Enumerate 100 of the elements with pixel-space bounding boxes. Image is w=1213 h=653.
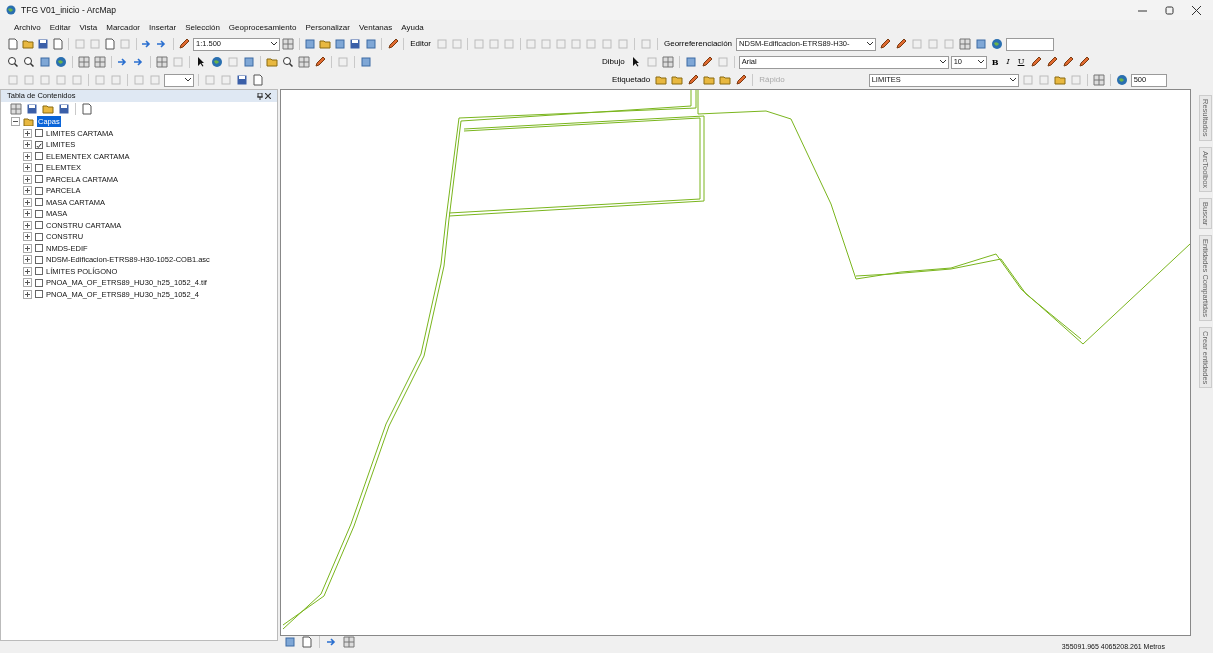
folder-icon[interactable] — [41, 102, 55, 116]
pencil-icon[interactable] — [686, 73, 701, 87]
expand-toggle[interactable] — [23, 151, 32, 161]
collapse-toggle[interactable] — [11, 117, 20, 127]
page-icon[interactable] — [51, 37, 65, 51]
folder-icon[interactable] — [21, 37, 35, 51]
pencil-icon[interactable] — [1061, 55, 1076, 69]
expand-toggle[interactable] — [23, 266, 32, 276]
editor-menu[interactable]: Editor — [408, 38, 434, 50]
expand-toggle[interactable] — [23, 209, 32, 219]
expand-toggle[interactable] — [23, 140, 32, 150]
expand-toggle[interactable] — [23, 174, 32, 184]
close-icon[interactable] — [1192, 5, 1201, 15]
italic-button[interactable]: I — [1003, 56, 1013, 68]
layer-checkbox[interactable] — [35, 255, 43, 264]
magnifier-icon[interactable] — [22, 55, 36, 69]
expand-toggle[interactable] — [23, 186, 32, 196]
grid-icon[interactable] — [77, 55, 91, 69]
layer-checkbox[interactable] — [35, 129, 43, 138]
folder-icon[interactable] — [654, 73, 669, 87]
magnifier-icon[interactable] — [6, 55, 20, 69]
pencil-icon[interactable] — [177, 37, 191, 51]
labeling-menu[interactable]: Etiquetado — [610, 74, 653, 86]
grid-icon[interactable] — [660, 55, 675, 69]
folder-icon[interactable] — [702, 73, 717, 87]
pencil-icon[interactable] — [1077, 55, 1092, 69]
page-icon[interactable] — [300, 634, 314, 649]
pencil-icon[interactable] — [313, 55, 327, 69]
pencil-icon[interactable] — [386, 37, 400, 51]
layer-checkbox[interactable] — [35, 221, 43, 230]
menu-item[interactable]: Ayuda — [401, 21, 424, 34]
folder-icon[interactable] — [670, 73, 685, 87]
disk-icon[interactable] — [57, 102, 71, 116]
pencil-icon[interactable] — [878, 37, 893, 51]
folder-icon[interactable] — [318, 37, 332, 51]
pencil-icon[interactable] — [699, 55, 714, 69]
disk-icon[interactable] — [348, 37, 363, 51]
menu-item[interactable]: Marcador — [106, 21, 141, 34]
expand-toggle[interactable] — [23, 232, 32, 242]
layer-checkbox[interactable] — [35, 140, 43, 149]
page-icon[interactable] — [6, 37, 20, 51]
folder-icon[interactable] — [718, 73, 733, 87]
menu-item[interactable]: Selección — [185, 21, 220, 34]
page-icon[interactable] — [80, 102, 94, 116]
pencil-icon[interactable] — [734, 73, 749, 87]
layer-checkbox[interactable] — [35, 152, 43, 161]
layer-checkbox[interactable] — [35, 232, 43, 241]
underline-button[interactable]: U — [1014, 56, 1028, 68]
layer-checkbox[interactable] — [35, 163, 43, 172]
pencil-icon[interactable] — [1045, 55, 1060, 69]
caret-icon[interactable] — [185, 78, 191, 83]
drawing-menu[interactable]: Dibujo — [600, 56, 627, 68]
expand-toggle[interactable] — [23, 278, 32, 288]
expand-toggle[interactable] — [23, 255, 32, 265]
menu-item[interactable]: Editar — [49, 21, 71, 34]
menu-item[interactable]: Insertar — [149, 21, 177, 34]
globe-icon[interactable] — [54, 55, 68, 69]
grid-icon[interactable] — [9, 102, 23, 116]
expand-toggle[interactable] — [23, 289, 32, 299]
caret-icon[interactable] — [270, 42, 277, 47]
layer-checkbox[interactable] — [35, 244, 43, 253]
caret-icon[interactable] — [939, 60, 946, 65]
menu-item[interactable]: Geoprocesamiento — [228, 21, 297, 34]
expand-toggle[interactable] — [23, 128, 32, 138]
grid-icon[interactable] — [93, 55, 107, 69]
disk-icon[interactable] — [25, 102, 39, 116]
magnifier-icon[interactable] — [281, 55, 295, 69]
layer-checkbox[interactable] — [35, 209, 43, 218]
georeferencing-menu[interactable]: Georreferenciación — [662, 38, 735, 50]
page-icon[interactable] — [251, 73, 265, 87]
color-dropdown[interactable] — [164, 73, 194, 87]
caret-icon[interactable] — [977, 60, 984, 65]
expand-toggle[interactable] — [23, 197, 32, 207]
folder-icon[interactable] — [1052, 73, 1067, 87]
grid-icon[interactable] — [342, 634, 356, 649]
layer-checkbox[interactable] — [35, 290, 43, 299]
caret-icon[interactable] — [1009, 78, 1016, 83]
disk-icon[interactable] — [36, 37, 50, 51]
caret-icon[interactable] — [867, 42, 874, 47]
expand-toggle[interactable] — [23, 163, 32, 173]
layer-checkbox[interactable] — [35, 267, 43, 276]
expand-toggle[interactable] — [23, 220, 32, 230]
folder-icon[interactable] — [265, 55, 279, 69]
layer-checkbox[interactable] — [35, 175, 43, 184]
globe-icon[interactable] — [1114, 73, 1129, 87]
grid-icon[interactable] — [958, 37, 973, 51]
pencil-icon[interactable] — [894, 37, 909, 51]
page-icon[interactable] — [103, 37, 117, 51]
expand-toggle[interactable] — [23, 243, 32, 253]
menu-item[interactable]: Archivo — [14, 21, 41, 34]
close-icon[interactable] — [265, 92, 271, 99]
bold-button[interactable]: B — [988, 56, 1002, 68]
disk-icon[interactable] — [235, 73, 249, 87]
globe-icon[interactable] — [990, 37, 1005, 51]
pin-icon[interactable] — [257, 92, 263, 100]
layer-checkbox[interactable] — [35, 278, 43, 287]
layer-checkbox[interactable] — [35, 198, 43, 207]
grid-icon[interactable] — [155, 55, 169, 69]
maximize-icon[interactable] — [1165, 5, 1174, 15]
menu-item[interactable]: Ventanas — [358, 21, 393, 34]
